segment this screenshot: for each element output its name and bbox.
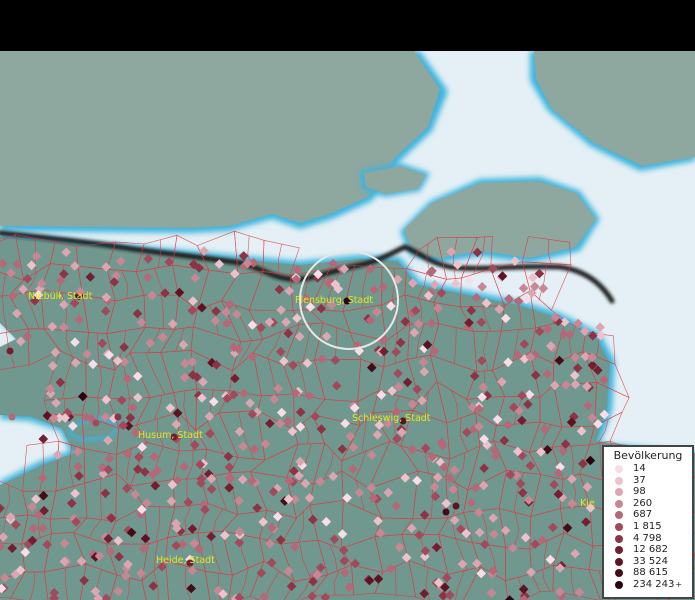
map-canvas[interactable]: Niebüll, Stadt Flensburg, Stadt Schleswi… xyxy=(0,51,695,600)
legend-label: 14 xyxy=(633,463,646,474)
population-dot xyxy=(452,502,460,510)
legend-label: 4 798 xyxy=(633,532,662,544)
legend-swatch xyxy=(615,488,623,497)
legend-title: Bevölkerung xyxy=(613,449,683,462)
city-label-schleswig: Schleswig, Stadt xyxy=(352,413,431,424)
legend-label: 12 682 xyxy=(633,544,668,556)
legend-row: 12 682 xyxy=(604,544,692,556)
city-label-flensburg: Flensburg, Stadt xyxy=(295,295,373,306)
legend-swatch xyxy=(615,476,623,485)
legend-label: 98 xyxy=(633,486,646,498)
legend-swatch xyxy=(615,534,623,543)
population-legend: Bevölkerung 14 37 98 260 687 1 815 4 798 12 682… xyxy=(602,445,694,599)
legend-swatch xyxy=(615,580,623,589)
legend-swatch xyxy=(615,465,623,473)
legend-swatch xyxy=(615,569,623,578)
legend-row: 260 xyxy=(604,498,692,510)
city-label-niebuell: Niebüll, Stadt xyxy=(28,291,93,302)
legend-swatch xyxy=(615,557,623,566)
legend-label: 33 524 xyxy=(633,555,668,567)
legend-label-wrap: 234 243+ xyxy=(633,579,682,591)
legend-row: 33 524 xyxy=(604,556,692,568)
legend-rows: 14 37 98 260 687 1 815 4 798 12 682 33 524 88 615… xyxy=(604,463,692,591)
legend-row: 14 xyxy=(604,463,692,475)
legend-label: 687 xyxy=(633,509,653,521)
top-bar xyxy=(0,0,695,51)
legend-row: 88 615 xyxy=(604,567,692,579)
legend-row: 98 xyxy=(604,486,692,498)
city-label-heide: Heide, Stadt xyxy=(156,555,215,566)
legend-row: 4 798 xyxy=(604,533,692,545)
population-dot xyxy=(8,413,16,421)
population-dot xyxy=(442,508,450,516)
legend-swatch xyxy=(615,522,623,531)
legend-swatch xyxy=(615,546,623,555)
legend-row: 1 815 xyxy=(604,521,692,533)
legend-label: 37 xyxy=(633,474,646,486)
legend-swatch xyxy=(615,499,623,508)
legend-label: 260 xyxy=(633,497,653,509)
map-viewer: Niebüll, Stadt Flensburg, Stadt Schleswi… xyxy=(0,0,695,600)
population-dot xyxy=(114,413,122,421)
legend-swatch xyxy=(615,511,623,520)
legend-plus-marker: + xyxy=(675,579,683,589)
legend-label: 234 243 xyxy=(633,578,675,590)
legend-row: 234 243+ xyxy=(604,579,692,591)
legend-row: 687 xyxy=(604,509,692,521)
legend-row: 37 xyxy=(604,475,692,487)
city-label-husum: Husum, Stadt xyxy=(138,430,203,441)
legend-label: 88 615 xyxy=(633,567,668,579)
population-dot xyxy=(6,347,14,355)
legend-label: 1 815 xyxy=(633,520,662,532)
city-label-kiel: Kie xyxy=(580,498,595,509)
population-dot xyxy=(92,419,100,427)
